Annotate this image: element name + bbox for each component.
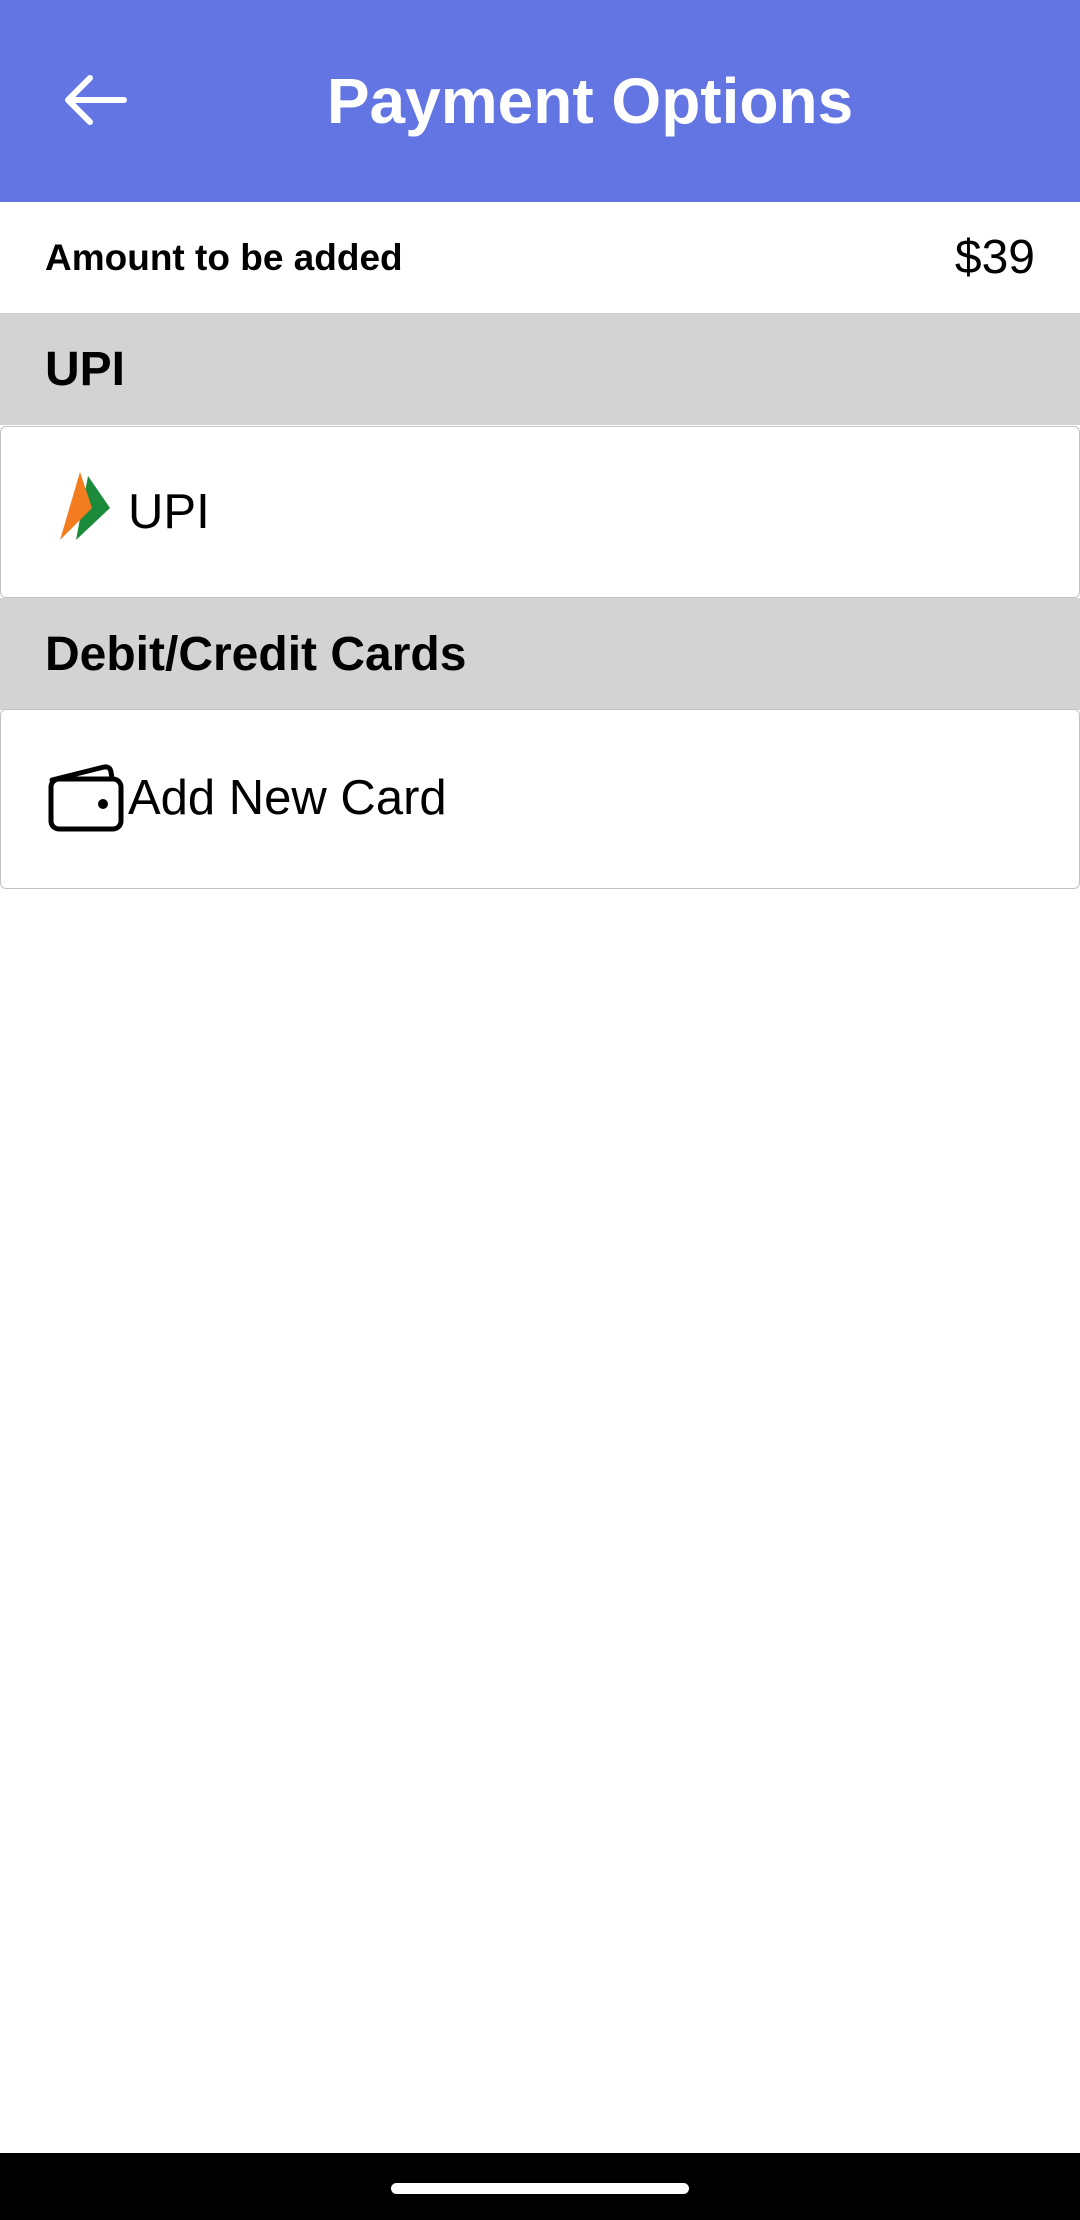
amount-row: Amount to be added $39 — [0, 202, 1080, 313]
arrow-left-icon — [60, 72, 128, 133]
amount-value: $39 — [954, 231, 1035, 284]
wallet-icon — [46, 762, 126, 834]
home-indicator[interactable] — [391, 2183, 689, 2194]
upi-logo-icon — [58, 472, 112, 544]
upi-option[interactable]: UPI — [0, 426, 1080, 598]
upi-option-label: UPI — [128, 485, 210, 539]
amount-label: Amount to be added — [45, 236, 403, 278]
app-bar: Payment Options — [0, 0, 1080, 202]
add-new-card-option[interactable]: Add New Card — [0, 709, 1080, 889]
system-nav-bar — [0, 2153, 1080, 2220]
section-header-cards: Debit/Credit Cards — [0, 598, 1080, 710]
back-button[interactable] — [44, 52, 144, 152]
add-new-card-label: Add New Card — [128, 771, 447, 825]
section-header-upi: UPI — [0, 313, 1080, 425]
page-title: Payment Options — [326, 65, 854, 137]
